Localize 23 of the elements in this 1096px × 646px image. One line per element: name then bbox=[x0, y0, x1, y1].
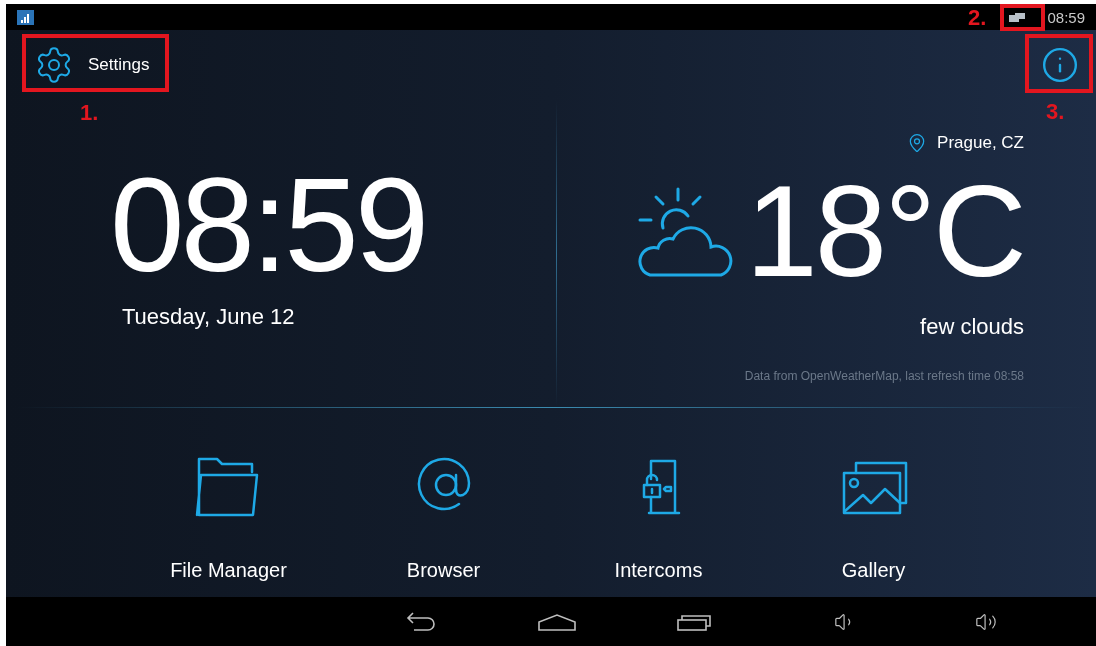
clock-time: 08:59 bbox=[110, 158, 426, 292]
app-shortcut[interactable]: Intercoms bbox=[551, 453, 766, 585]
settings-button[interactable]: Settings bbox=[34, 45, 150, 85]
annotation-frame bbox=[1000, 4, 1045, 31]
status-time: 08:59 bbox=[1047, 9, 1085, 25]
info-button[interactable] bbox=[1041, 46, 1079, 84]
weather-source-note: Data from OpenWeatherMap, last refresh time 08:58 bbox=[744, 367, 1024, 385]
annotation-number: 1. bbox=[80, 102, 99, 124]
annotation-frame bbox=[1025, 34, 1093, 93]
home-button[interactable] bbox=[535, 611, 579, 632]
app-shortcut[interactable]: File Manager bbox=[121, 453, 336, 585]
annotation-number: 2. bbox=[968, 7, 987, 29]
clock-date: Tuesday, June 12 bbox=[122, 303, 295, 331]
annotation-number: 3. bbox=[1046, 101, 1065, 123]
weather-location: Prague, CZ bbox=[937, 132, 1024, 154]
signal-icon bbox=[17, 9, 34, 25]
app-shortcut[interactable]: Gallery bbox=[766, 453, 981, 585]
home-icon bbox=[537, 611, 577, 632]
weather-description: few clouds bbox=[920, 312, 1024, 341]
notification-icon[interactable] bbox=[1007, 11, 1028, 23]
app-shortcut[interactable]: Browser bbox=[336, 453, 551, 585]
temperature: 18°C bbox=[745, 165, 1024, 296]
info-icon bbox=[1041, 46, 1079, 84]
